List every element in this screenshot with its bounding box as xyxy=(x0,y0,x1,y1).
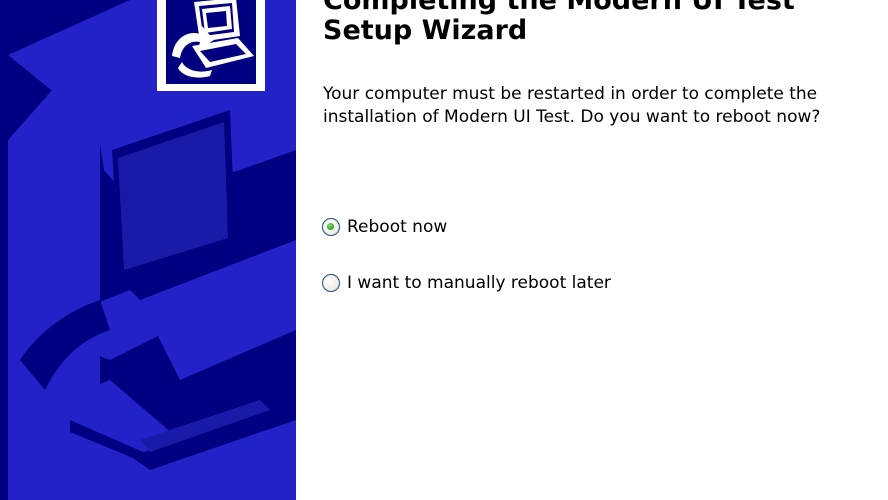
radio-selected-dot xyxy=(327,223,334,230)
wizard-logo-frame xyxy=(157,0,265,91)
reboot-later-radio[interactable] xyxy=(322,274,340,292)
wizard-message-line2: installation of Modern UI Test. Do you w… xyxy=(323,107,821,127)
reboot-now-radio[interactable] xyxy=(322,218,340,236)
wizard-message: Your computer must be restarted in order… xyxy=(323,83,883,129)
reboot-later-label[interactable]: I want to manually reboot later xyxy=(347,273,611,293)
wizard-side-panel xyxy=(0,0,296,500)
wizard-title-line2: Setup Wizard xyxy=(323,15,528,46)
reboot-now-label[interactable]: Reboot now xyxy=(347,217,447,237)
reboot-now-option[interactable]: Reboot now xyxy=(322,214,447,240)
wizard-content: Completing the Modern UI Test Setup Wiza… xyxy=(296,0,888,500)
computer-installer-icon xyxy=(166,0,256,84)
reboot-later-option[interactable]: I want to manually reboot later xyxy=(322,270,611,296)
wizard-message-line1: Your computer must be restarted in order… xyxy=(323,84,818,104)
wizard-title-line1: Completing the Modern UI Test xyxy=(323,0,795,16)
wizard-title: Completing the Modern UI Test Setup Wiza… xyxy=(323,0,883,46)
